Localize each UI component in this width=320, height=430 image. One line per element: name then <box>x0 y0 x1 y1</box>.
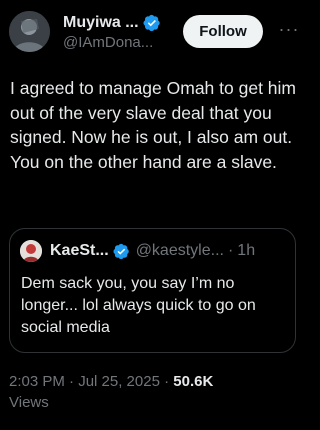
quoted-tweet[interactable]: KaeSt... @kaestyle... · 1h Dem sack you,… <box>9 228 296 353</box>
quoted-separator: · <box>227 242 234 259</box>
tweet-meta: 2:03 PM · Jul 25, 2025 · 50.6K Views <box>9 371 304 413</box>
author-name-row[interactable]: Muyiwa ... <box>63 13 161 33</box>
verified-badge-icon <box>143 14 160 32</box>
quoted-tweet-header: KaeSt... @kaestyle... · 1h <box>20 239 255 263</box>
meta-separator: · <box>164 373 170 390</box>
quoted-author-display-name[interactable]: KaeSt... <box>50 242 109 260</box>
tweet-header: Muyiwa ... @IAmDona... Follow ··· <box>0 0 311 60</box>
quoted-verified-badge-icon <box>113 243 129 259</box>
quoted-author-handle[interactable]: @kaestyle... <box>136 242 224 260</box>
author-avatar[interactable] <box>9 11 50 52</box>
author-handle[interactable]: @IAmDona... <box>63 34 153 51</box>
quoted-tweet-text: Dem sack you, you say I’m no longer... l… <box>21 275 256 336</box>
views-count: 50.6K <box>173 373 214 390</box>
more-options-icon[interactable]: ··· <box>276 18 302 44</box>
author-display-name[interactable]: Muyiwa ... <box>63 14 139 32</box>
quoted-time[interactable]: 1h <box>237 242 255 260</box>
quoted-author-avatar[interactable] <box>20 240 42 262</box>
tweet-text: I agreed to manage Omah to get him out o… <box>10 78 296 172</box>
follow-button[interactable]: Follow <box>183 15 263 48</box>
views-label: Views <box>9 394 49 411</box>
tweet-timestamp[interactable]: 2:03 PM · Jul 25, 2025 <box>9 373 160 390</box>
